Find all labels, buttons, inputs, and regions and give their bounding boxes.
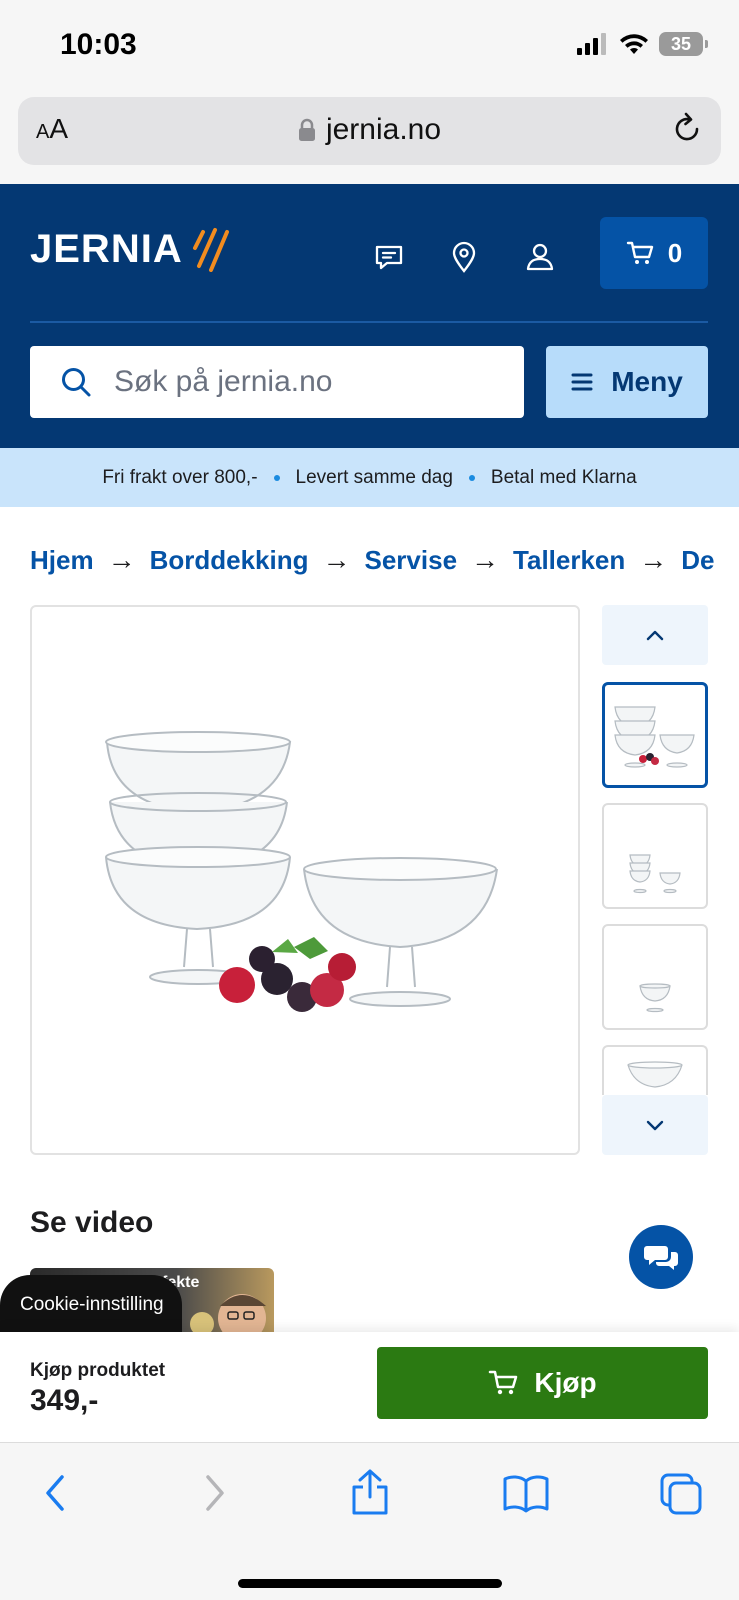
- arrow-right-icon: →: [471, 544, 500, 575]
- customer-chat-button[interactable]: [629, 1225, 693, 1289]
- arrow-right-icon: →: [639, 544, 668, 575]
- cart-button[interactable]: 0: [600, 217, 708, 289]
- status-icons: 35: [577, 32, 708, 56]
- logo-text: JERNIA: [30, 226, 183, 271]
- browser-url-area: AA jernia.no: [0, 92, 739, 184]
- browser-toolbar: [0, 1442, 739, 1600]
- breadcrumb: Hjem → Borddekking → Servise → Tallerken…: [30, 540, 739, 580]
- hamburger-icon: [571, 373, 593, 391]
- usp-banner: Fri frakt over 800,- Levert samme dag Be…: [0, 448, 739, 507]
- url-display[interactable]: jernia.no: [18, 113, 721, 147]
- url-text: jernia.no: [325, 113, 442, 146]
- bookmarks-icon[interactable]: [502, 1473, 550, 1513]
- arrow-right-icon: →: [107, 544, 136, 575]
- address-bar[interactable]: AA jernia.no: [18, 97, 721, 165]
- glass-bowls-image: [105, 731, 498, 1012]
- search-icon: [62, 368, 91, 397]
- glass-bowl-thumbnail: [639, 983, 671, 1013]
- video-heading: Se video: [30, 1206, 154, 1239]
- user-icon[interactable]: [523, 240, 557, 274]
- search-placeholder: Søk på jernia.no: [114, 365, 333, 398]
- jernia-logo[interactable]: JERNIA: [30, 226, 233, 272]
- thumbnail-3[interactable]: [602, 924, 708, 1030]
- share-icon[interactable]: [348, 1467, 392, 1517]
- chevron-down-icon: [646, 1120, 664, 1131]
- header-divider: [30, 321, 708, 323]
- menu-label: Meny: [611, 366, 683, 397]
- usp-dot: [273, 474, 280, 481]
- location-pin-icon[interactable]: [447, 240, 481, 274]
- buy-bar: Kjøp produktet 349,- Kjøp: [0, 1332, 739, 1442]
- usp-item: Fri frakt over 800,-: [102, 466, 258, 488]
- thumbnail-scroll-up[interactable]: [602, 605, 708, 665]
- signal-icon: [577, 33, 606, 55]
- thumbnail-4[interactable]: [602, 1045, 708, 1095]
- thumbnail-2[interactable]: [602, 803, 708, 909]
- breadcrumb-link[interactable]: Servise: [365, 545, 458, 576]
- home-indicator: [238, 1579, 502, 1588]
- buy-label: Kjøp produktet: [30, 1360, 166, 1381]
- site-header: JERNIA 0 Søk på jernia.no Meny: [0, 184, 739, 448]
- cart-count: 0: [667, 237, 683, 268]
- glass-bowls-thumbnail: [614, 706, 695, 768]
- menu-button[interactable]: Meny: [546, 346, 708, 418]
- buy-button-label: Kjøp: [534, 1367, 597, 1398]
- tabs-icon[interactable]: [658, 1471, 704, 1517]
- status-time: 10:03: [60, 28, 137, 61]
- back-icon[interactable]: [40, 1471, 70, 1515]
- forward-icon[interactable]: [200, 1471, 230, 1515]
- chat-icon[interactable]: [372, 240, 406, 274]
- cart-icon: [626, 241, 653, 264]
- lock-icon: [298, 118, 315, 141]
- thumbnail-scroll-down[interactable]: [602, 1095, 708, 1155]
- chat-bubbles-icon: [644, 1246, 678, 1270]
- usp-item: Levert samme dag: [295, 466, 453, 488]
- glass-bowls-thumbnail: [629, 854, 681, 894]
- thumbnail-1[interactable]: [602, 682, 708, 788]
- status-bar: 10:03 35: [0, 0, 739, 92]
- usp-item: Betal med Klarna: [490, 466, 637, 488]
- logo-slashes-icon: [192, 228, 229, 272]
- buy-button[interactable]: Kjøp: [377, 1347, 708, 1419]
- chevron-up-icon: [646, 630, 664, 641]
- battery-indicator: 35: [659, 32, 708, 56]
- breadcrumb-link[interactable]: Tallerken: [513, 545, 625, 576]
- breadcrumb-link[interactable]: Hjem: [30, 545, 94, 576]
- arrow-right-icon: →: [322, 544, 351, 575]
- product-price: 349,-: [30, 1384, 99, 1417]
- product-main-image[interactable]: [30, 605, 580, 1155]
- search-input[interactable]: Søk på jernia.no: [30, 346, 524, 418]
- breadcrumb-link[interactable]: De: [681, 545, 714, 576]
- usp-dot: [468, 474, 475, 481]
- cart-icon: [489, 1370, 518, 1395]
- cookie-settings-button[interactable]: Cookie-innstilling: [0, 1275, 182, 1335]
- reload-icon[interactable]: [669, 111, 705, 147]
- breadcrumb-link[interactable]: Borddekking: [150, 545, 309, 576]
- glass-bowl-thumbnail: [627, 1061, 683, 1088]
- wifi-icon: [620, 34, 648, 54]
